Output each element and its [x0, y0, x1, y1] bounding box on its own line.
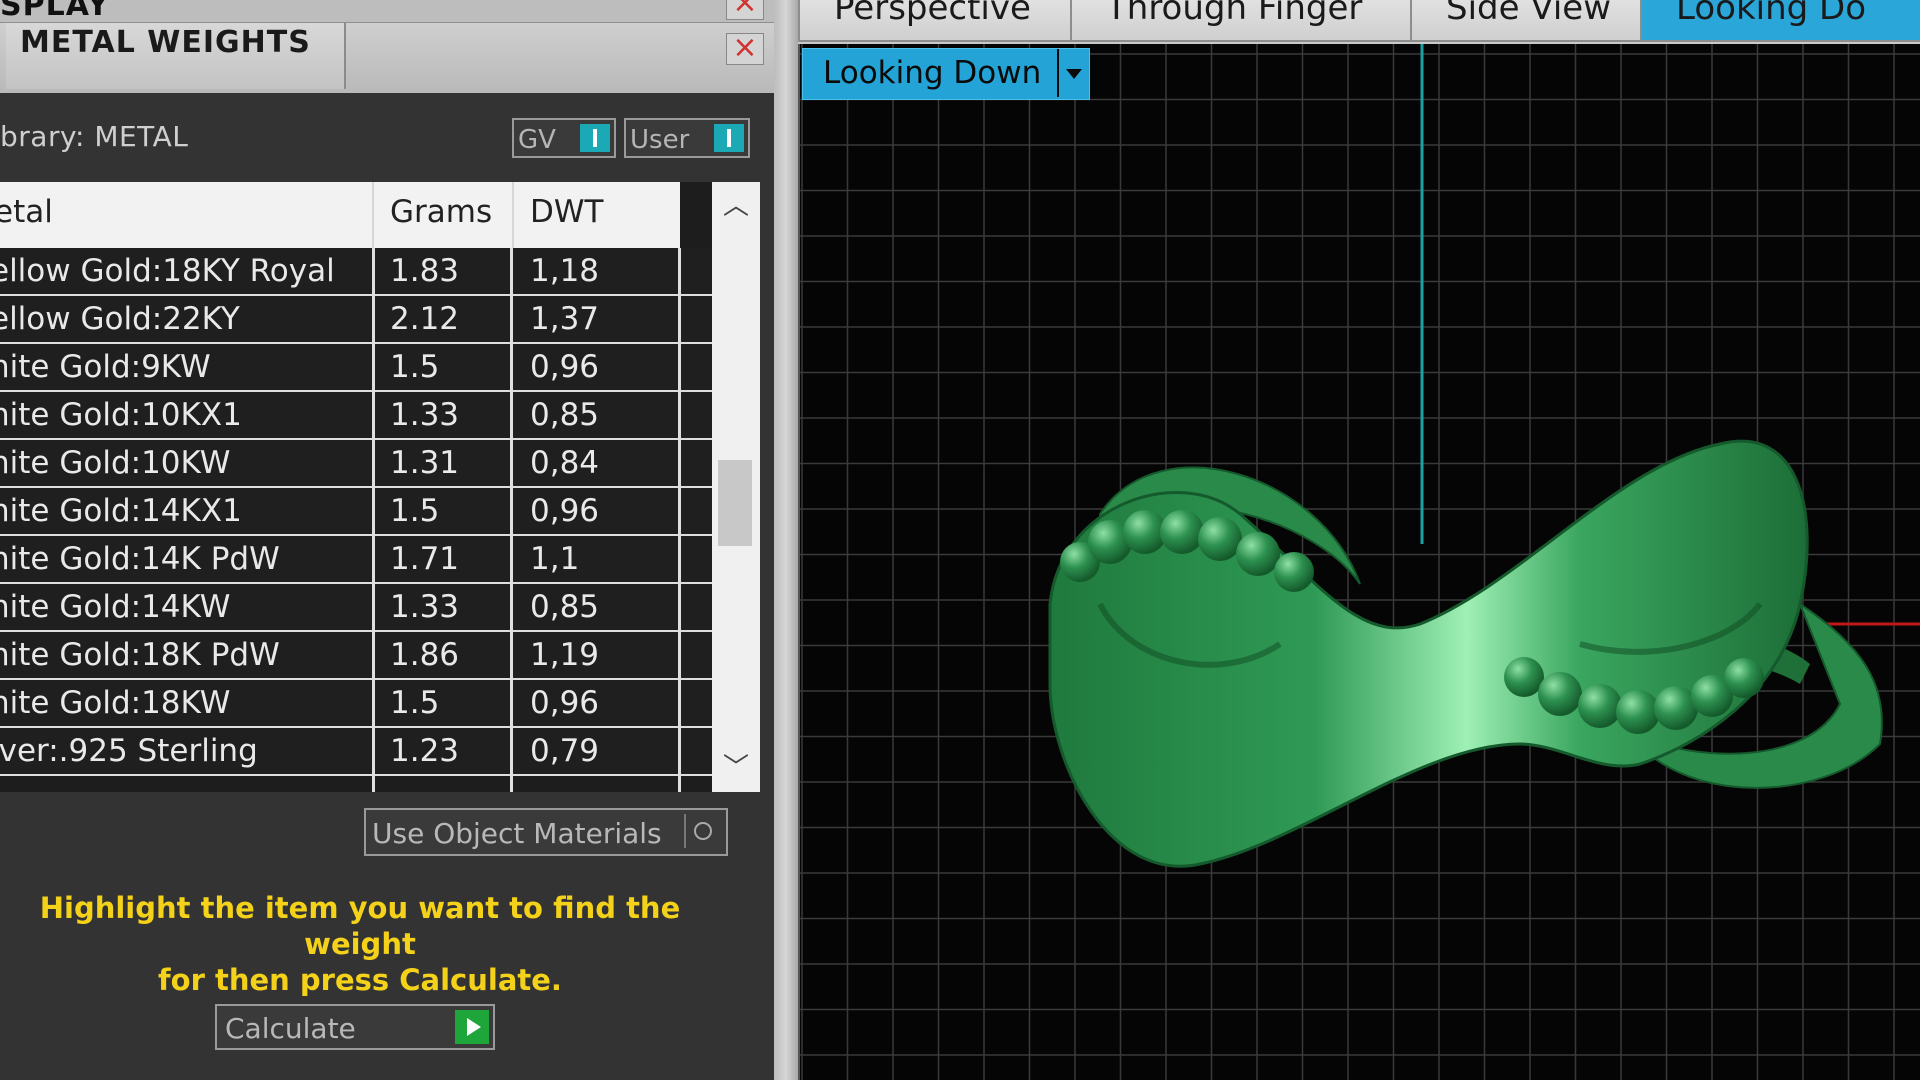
- table-row[interactable]: hite Gold:9KW 1.5 0,96: [0, 344, 712, 392]
- tab-label: Looking Do: [1676, 0, 1867, 28]
- gv-toggle[interactable]: GV: [512, 118, 616, 158]
- metal-cell: hite Gold:10KW: [0, 445, 231, 481]
- grams-cell: 2.12: [390, 301, 460, 337]
- dwt-cell: 0,96: [530, 685, 600, 721]
- column-header-dwt[interactable]: DWT: [530, 194, 603, 230]
- column-divider: [510, 248, 513, 792]
- grams-cell: 1.83: [390, 253, 460, 289]
- panel-title: METAL WEIGHTS: [20, 25, 311, 60]
- dwt-cell: 1,37: [530, 301, 600, 337]
- dwt-cell: 0,96: [530, 493, 600, 529]
- column-header-grams[interactable]: Grams: [390, 194, 492, 230]
- table-row[interactable]: hite Gold:18KW 1.5 0,96: [0, 680, 712, 728]
- dwt-cell: 0,85: [530, 589, 600, 625]
- user-toggle[interactable]: User: [624, 118, 750, 158]
- viewport-tabs: Perspective Through Finger Side View Loo…: [798, 0, 1920, 44]
- table-row[interactable]: ellow Gold:18KY Royal 1.83 1,18: [0, 248, 712, 296]
- close-icon[interactable]: ×: [726, 0, 764, 20]
- grams-cell: 1.23: [390, 733, 460, 769]
- use-object-materials-button[interactable]: Use Object Materials: [364, 808, 728, 856]
- metal-cell: hite Gold:14K PdW: [0, 541, 280, 577]
- panel-splitter[interactable]: [774, 0, 798, 1080]
- grams-cell: 1.5: [390, 685, 440, 721]
- dwt-cell: 0,79: [530, 733, 600, 769]
- calculate-button[interactable]: Calculate: [215, 1004, 495, 1050]
- grams-cell: 1.33: [390, 397, 460, 433]
- display-panel-header: SPLAY ×: [0, 0, 774, 23]
- table-row[interactable]: hite Gold:18K PdW 1.86 1,19: [0, 632, 712, 680]
- tab-label: Perspective: [834, 0, 1031, 28]
- table-row[interactable]: lver:.925 Sterling 1.23 0,79: [0, 728, 712, 776]
- instruction-text: Highlight the item you want to find the …: [0, 890, 720, 998]
- tab-perspective[interactable]: Perspective: [798, 0, 1080, 42]
- display-panel-title: SPLAY: [0, 0, 110, 23]
- view-dropdown[interactable]: Looking Down: [802, 48, 1090, 100]
- circle-icon: [684, 814, 720, 848]
- column-divider: [678, 248, 681, 792]
- calculate-label: Calculate: [225, 1012, 356, 1045]
- metal-cell: ellow Gold:22KY: [0, 301, 240, 337]
- tab-side-view[interactable]: Side View: [1410, 0, 1650, 42]
- grams-cell: 1.86: [390, 637, 460, 673]
- scroll-thumb[interactable]: [718, 460, 752, 546]
- metal-cell: hite Gold:18K PdW: [0, 637, 280, 673]
- grams-cell: 1.5: [390, 349, 440, 385]
- use-object-materials-label: Use Object Materials: [372, 817, 662, 850]
- close-icon[interactable]: ×: [726, 33, 764, 65]
- grams-cell: 1.33: [390, 589, 460, 625]
- table-row[interactable]: hite Gold:14KX1 1.5 0,96: [0, 488, 712, 536]
- play-icon: [455, 1010, 489, 1044]
- table-row[interactable]: ellow Gold:22KY 2.12 1,37: [0, 296, 712, 344]
- metal-cell: lver:.925 Sterling: [0, 733, 258, 769]
- tab-label: Side View: [1446, 0, 1612, 28]
- dwt-cell: 0,85: [530, 397, 600, 433]
- grams-cell: 1.31: [390, 445, 460, 481]
- instruction-line-1: Highlight the item you want to find the …: [39, 891, 681, 961]
- table-body: ellow Gold:18KY Royal 1.83 1,18 ellow Gold…: [0, 248, 712, 776]
- column-divider: [372, 248, 375, 792]
- table-row[interactable]: hite Gold:10KW 1.31 0,84: [0, 440, 712, 488]
- dwt-cell: 0,84: [530, 445, 600, 481]
- chevron-up-icon[interactable]: ︿: [712, 182, 760, 230]
- metal-table: etal Grams DWT ellow Gold:18KY Royal 1.83…: [0, 182, 712, 792]
- table-scrollbar[interactable]: ︿ ﹀: [712, 182, 760, 792]
- column-header-metal[interactable]: etal: [0, 194, 53, 230]
- metal-cell: hite Gold:10KX1: [0, 397, 242, 433]
- metal-cell: hite Gold:18KW: [0, 685, 231, 721]
- tab-label: Through Finger: [1106, 0, 1363, 28]
- instruction-line-2: for then press Calculate.: [158, 963, 562, 997]
- library-label: brary: METAL: [0, 120, 189, 153]
- dwt-cell: 1,18: [530, 253, 600, 289]
- dwt-cell: 1,1: [530, 541, 580, 577]
- chevron-down-icon[interactable]: ﹀: [712, 744, 760, 792]
- metal-cell: hite Gold:9KW: [0, 349, 211, 385]
- metal-cell: ellow Gold:18KY Royal: [0, 253, 335, 289]
- grams-cell: 1.5: [390, 493, 440, 529]
- tab-through-finger[interactable]: Through Finger: [1070, 0, 1420, 42]
- panel-header: METAL WEIGHTS ×: [0, 23, 774, 93]
- table-row[interactable]: hite Gold:14K PdW 1.71 1,1: [0, 536, 712, 584]
- metal-weights-panel: SPLAY × METAL WEIGHTS × brary: METAL GV …: [0, 0, 774, 1080]
- table-header: etal Grams DWT: [0, 182, 680, 248]
- dropdown-arrow-icon[interactable]: [1057, 49, 1089, 97]
- table-row[interactable]: hite Gold:10KX1 1.33 0,85: [0, 392, 712, 440]
- metal-cell: hite Gold:14KX1: [0, 493, 242, 529]
- grams-cell: 1.71: [390, 541, 460, 577]
- user-toggle-label: User: [630, 125, 690, 155]
- view-dropdown-label: Looking Down: [823, 55, 1042, 91]
- tab-looking-down[interactable]: Looking Do: [1640, 0, 1920, 42]
- gv-toggle-label: GV: [518, 125, 556, 155]
- ring-model[interactable]: [800, 44, 1920, 1080]
- panel-tab: METAL WEIGHTS: [6, 23, 346, 89]
- table-row[interactable]: hite Gold:14KW 1.33 0,85: [0, 584, 712, 632]
- metal-cell: hite Gold:14KW: [0, 589, 231, 625]
- 3d-viewport[interactable]: Looking Down: [798, 44, 1920, 1080]
- toggle-switch-icon: [580, 124, 610, 152]
- dwt-cell: 1,19: [530, 637, 600, 673]
- dwt-cell: 0,96: [530, 349, 600, 385]
- toggle-switch-icon: [714, 124, 744, 152]
